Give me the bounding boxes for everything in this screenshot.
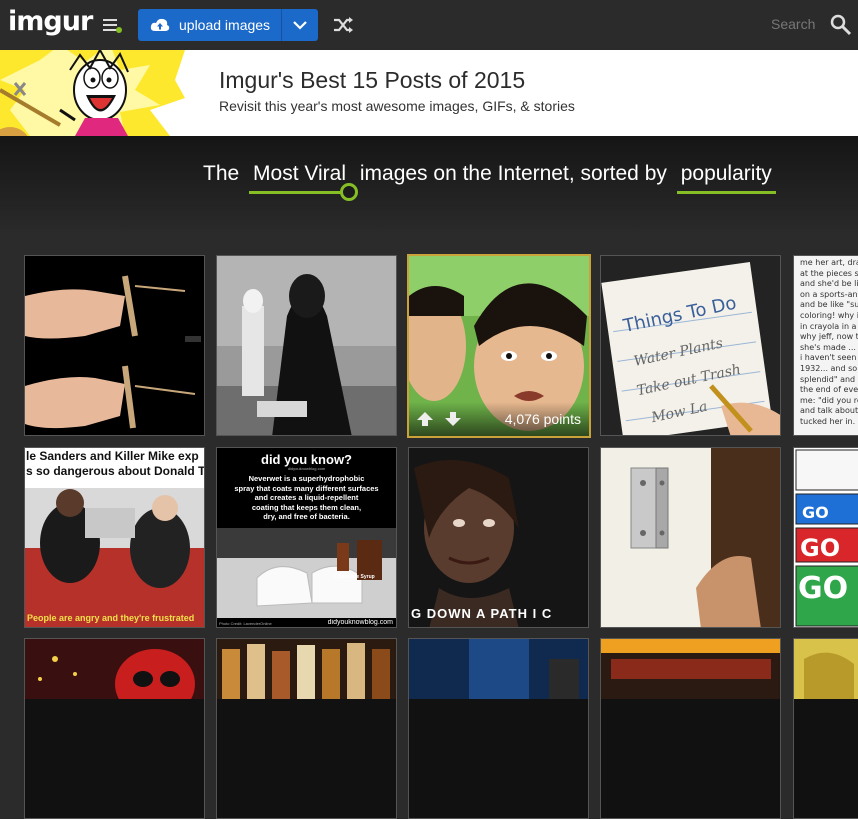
story-line: 1932... and so [800, 363, 858, 373]
story-line: coloring! why i [800, 310, 858, 320]
story-line: at the pieces sl [800, 268, 858, 278]
sort-middle: images on the Internet, sorted by [359, 162, 667, 185]
search-input[interactable]: Search [771, 16, 815, 32]
section-underline [249, 191, 349, 194]
comic-word: GO [798, 571, 848, 606]
sort-header: The Most Viral images on the Internet, s… [0, 136, 858, 232]
story-line: tucked her in. [800, 416, 856, 426]
body-line: Neverwet is a superhydrophobic [248, 474, 365, 483]
gallery-tile[interactable] [408, 638, 589, 819]
shuffle-icon[interactable] [333, 15, 355, 35]
thumbnail-deadpool [25, 639, 204, 699]
caption-line: s so dangerous about Donald T [26, 464, 204, 478]
thumbnail-darth-vader [217, 256, 396, 435]
section-selector[interactable]: Most Viral [249, 162, 359, 201]
section-label: Most Viral [253, 162, 347, 185]
gallery-tile[interactable] [600, 447, 781, 628]
sort-order-selector[interactable]: popularity [676, 162, 776, 194]
section-dropdown-handle[interactable] [340, 183, 359, 201]
x-all-the-y-illustration [0, 50, 185, 136]
photo-credit: Photo Credit: LavenderOnline [219, 621, 272, 626]
thumbnail-bottles [217, 639, 396, 699]
logo-text: imgur [8, 6, 93, 37]
subtitle-caption: G DOWN A PATH I C [411, 606, 553, 621]
gallery-tile[interactable]: me her art, drag at the pieces sl and sh… [793, 255, 858, 436]
sort-sentence: The Most Viral images on the Internet, s… [203, 162, 780, 201]
imgur-logo[interactable]: imgur [8, 6, 93, 37]
gallery-tile[interactable] [600, 638, 781, 819]
gallery-tile[interactable]: did you know? didyouknowblog.com Neverwe… [216, 447, 397, 628]
did-you-know-footer: didyouknowblog.com [327, 619, 393, 626]
did-you-know-site: didyouknowblog.com [287, 466, 326, 471]
vote-bar: 4,076 points [409, 402, 589, 436]
chevron-down-icon [293, 21, 307, 30]
thumbnail-hands-knot [25, 256, 204, 435]
upload-main-button[interactable]: upload images [138, 9, 281, 41]
did-you-know-body: Neverwet is a superhydrophobic spray tha… [217, 474, 396, 522]
points-count: 4,076 points [504, 411, 581, 427]
story-line: me: "did you re [800, 395, 858, 405]
story-line: and talk about [800, 406, 858, 416]
story-line: the end of ever [800, 385, 858, 395]
caption-line: le Sanders and Killer Mike exp [26, 449, 199, 463]
upvote-arrow-icon[interactable] [417, 412, 433, 426]
gallery-tile[interactable]: G DOWN A PATH I C [408, 447, 589, 628]
gallery-tile[interactable] [216, 638, 397, 819]
thumbnail-go-comic: GO GO GO [794, 448, 858, 627]
thumbnail-door-hinge [601, 448, 780, 627]
upload-images-button[interactable]: upload images [138, 9, 318, 41]
story-line: on a sports-and [800, 289, 858, 299]
story-line: splendid" and [800, 374, 856, 384]
thumbnail-shelf [601, 639, 780, 699]
gallery-tile[interactable] [24, 255, 205, 436]
sort-order-label: popularity [680, 162, 772, 185]
thumbnail-todo-note: Things To Do Water Plants Take out Trash… [601, 256, 780, 435]
gallery-tile[interactable] [24, 638, 205, 819]
story-line: why jeff, now th [800, 332, 858, 342]
story-line: and be like "suc [800, 300, 858, 310]
banner-title: Imgur's Best 15 Posts of 2015 [219, 67, 526, 93]
gallery-tile[interactable]: GO GO GO [793, 447, 858, 628]
did-you-know-heading: did you know? [261, 452, 352, 467]
top-navbar: imgur upload images Search [0, 0, 858, 50]
comic-word: GO [800, 534, 840, 562]
body-line: dry, and free of bacteria. [263, 512, 350, 521]
sort-prefix: The [203, 162, 240, 185]
gallery-tile[interactable]: le Sanders and Killer Mike exp s so dang… [24, 447, 205, 628]
banner-subtitle: Revisit this year's most awesome images,… [219, 98, 575, 114]
story-line: and she'd be li [800, 279, 858, 289]
top-caption: le Sanders and Killer Mike exp s so dang… [25, 449, 204, 479]
story-line: i haven't seen t [800, 353, 858, 363]
upload-label: upload images [179, 17, 271, 33]
gallery-tile[interactable]: Things To Do Water Plants Take out Trash… [600, 255, 781, 436]
comic-word: GO [802, 503, 829, 522]
sort-order-underline [676, 191, 776, 194]
upload-dropdown-button[interactable] [281, 9, 318, 41]
gallery-tile[interactable] [216, 255, 397, 436]
downvote-arrow-icon[interactable] [445, 412, 461, 426]
thumbnail-crying-woman [409, 448, 588, 627]
best-of-2015-banner[interactable]: Imgur's Best 15 Posts of 2015 Revisit th… [0, 50, 858, 136]
thumbnail-yellow [794, 639, 858, 699]
syrup-label: Chocolate Syrup [335, 574, 375, 580]
thumbnail-text-story: me her art, drag at the pieces sl and sh… [794, 256, 858, 435]
body-line: and creates a liquid-repellent [254, 493, 359, 502]
body-line: coating that keeps them clean, [251, 502, 362, 512]
body-line: spray that coats many different surfaces [234, 483, 379, 493]
gallery-tile-hovered[interactable]: 4,076 points [407, 254, 591, 438]
story-line: she's made ... a [800, 342, 858, 352]
menu-icon[interactable] [103, 17, 123, 35]
story-line: me her art, drag [800, 258, 858, 267]
story-line: in crayola in a f [800, 321, 858, 331]
thumbnail-blue-room [409, 639, 588, 699]
gallery-tile[interactable] [793, 638, 858, 819]
search-icon[interactable] [830, 14, 852, 36]
cloud-upload-icon [150, 18, 170, 31]
subtitle-caption: People are angry and they're frustrated [27, 613, 195, 623]
